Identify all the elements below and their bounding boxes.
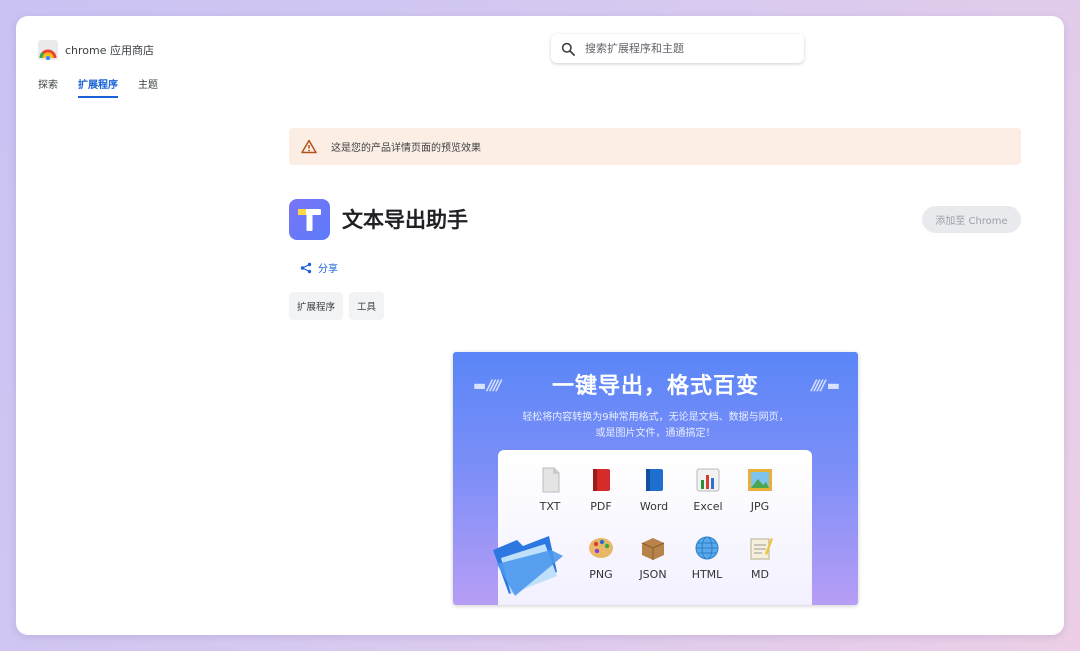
excel-chart-icon <box>696 468 720 492</box>
app-logo-icon <box>289 199 330 240</box>
chrome-rainbow-icon <box>38 40 58 60</box>
promo-subline-2: 或是图片文件，通通搞定！ <box>595 428 716 439</box>
format-pdf: PDF <box>578 466 624 513</box>
share-label: 分享 <box>318 264 338 275</box>
category-tags: 扩展程序 工具 <box>289 292 385 320</box>
promo-image: ▬ //// 一键导出，格式百变 //// ▬ 轻松将内容转换为9种常用格式，无… <box>453 352 858 605</box>
txt-file-icon <box>542 467 560 493</box>
format-md: MD <box>737 534 783 581</box>
tag-extension[interactable]: 扩展程序 <box>289 292 344 320</box>
md-notepad-icon <box>750 538 773 560</box>
nav-tab-extensions[interactable]: 扩展程序 <box>78 76 118 98</box>
store-logo[interactable]: chrome 应用商店 <box>38 40 154 60</box>
nav-tab-explore[interactable]: 探索 <box>38 76 58 98</box>
store-title: chrome 应用商店 <box>65 44 155 57</box>
banner-text: 这是您的产品详情页面的预览效果 <box>331 143 481 154</box>
search-icon <box>561 42 575 56</box>
warning-icon <box>301 139 317 154</box>
store-window: chrome 应用商店 探索 扩展程序 主题 这是您的产品详情页面的预览效果 文… <box>16 16 1064 635</box>
preview-banner: 这是您的产品详情页面的预览效果 <box>289 128 1021 165</box>
main-nav: 探索 扩展程序 主题 <box>38 76 158 98</box>
promo-subline: 轻松将内容转换为9种常用格式，无论是文档、数据与网页， 或是图片文件，通通搞定！ <box>453 410 858 442</box>
json-box-icon <box>641 538 665 560</box>
format-png: PNG <box>578 534 624 581</box>
app-title: 文本导出助手 <box>342 208 468 232</box>
promo-headline: 一键导出，格式百变 <box>551 374 759 399</box>
format-txt: TXT <box>527 466 573 513</box>
jpg-picture-icon <box>748 469 772 491</box>
html-globe-icon <box>695 536 719 560</box>
share-icon <box>300 262 312 273</box>
add-to-chrome-button[interactable]: 添加至 Chrome <box>922 206 1021 233</box>
png-palette-icon <box>589 538 613 558</box>
decor-slashes-right: //// ▬ <box>811 378 840 394</box>
search-box[interactable] <box>551 34 804 63</box>
promo-subline-1: 轻松将内容转换为9种常用格式，无论是文档、数据与网页， <box>522 412 789 423</box>
format-word: Word <box>631 466 677 513</box>
pdf-book-icon <box>593 469 610 491</box>
word-book-icon <box>646 469 663 491</box>
format-json: JSON <box>630 534 676 581</box>
blue-folder-icon <box>493 536 563 596</box>
nav-tab-themes[interactable]: 主题 <box>138 76 158 98</box>
format-jpg: JPG <box>737 466 783 513</box>
share-button[interactable]: 分享 <box>300 260 338 275</box>
search-input[interactable] <box>583 41 787 56</box>
tag-tools[interactable]: 工具 <box>349 292 385 320</box>
format-excel: Excel <box>685 466 731 513</box>
format-html: HTML <box>684 534 730 581</box>
